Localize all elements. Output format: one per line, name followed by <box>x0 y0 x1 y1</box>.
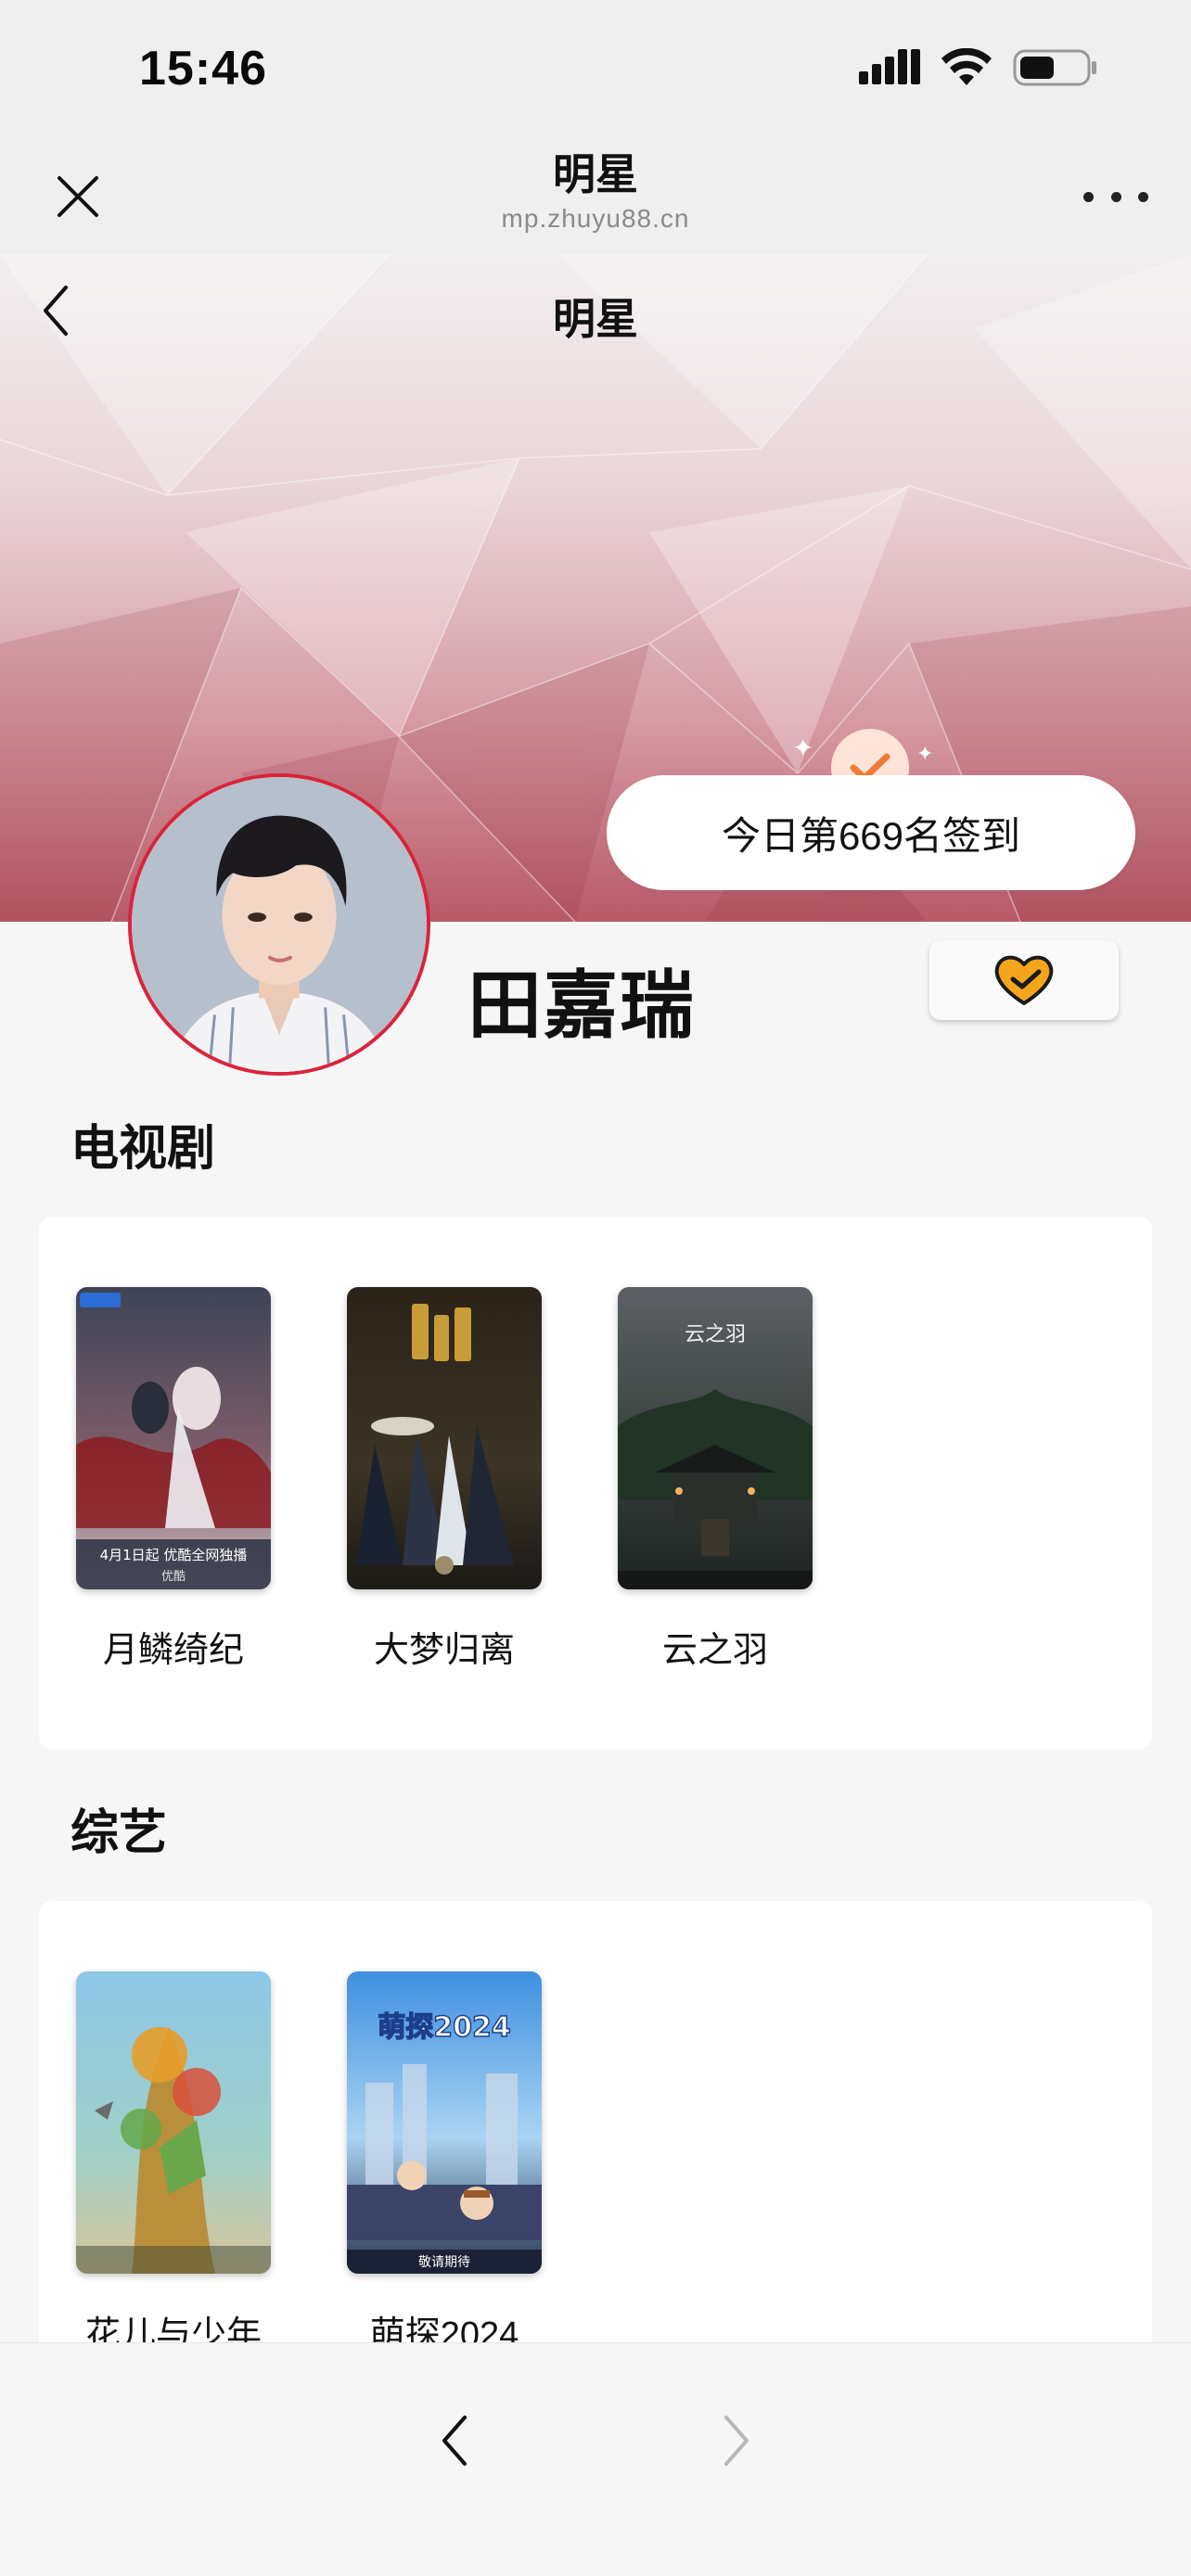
star-name: 田嘉瑞 <box>467 964 696 1047</box>
nav-back-button[interactable] <box>429 2408 480 2473</box>
more-icon-dot <box>1138 191 1148 202</box>
tv-item-dameng[interactable]: 大梦归离 <box>347 1287 542 1672</box>
poster-image <box>76 1971 271 2274</box>
bottom-nav-bar <box>0 2342 1191 2576</box>
battery-icon <box>1013 49 1096 86</box>
work-title: 云之羽 <box>661 1631 768 1670</box>
section-title-tv: 电视剧 <box>70 1122 216 1176</box>
more-icon-dot <box>1110 191 1121 202</box>
poster-image <box>347 1287 542 1589</box>
title-bar: 明星 mp.zhuyu88.cn <box>0 139 1191 254</box>
tv-item-yunzhiyu[interactable]: 云之羽 云之羽 <box>618 1287 813 1672</box>
tv-card: 4月1日起 优酷全网独播 优酷 月鳞绮纪 大梦归离 云之羽 云之羽 <box>39 1217 1152 1749</box>
status-bar: 15:46 <box>0 0 1191 139</box>
more-icon <box>1083 191 1094 202</box>
page-title: 明星 <box>553 150 638 198</box>
work-title: 月鳞绮纪 <box>102 1631 244 1670</box>
poster-image: 4月1日起 优酷全网独播 优酷 <box>76 1287 271 1589</box>
wifi-icon <box>941 48 992 85</box>
svg-text:萌探2024: 萌探2024 <box>378 2011 511 2044</box>
tv-list: 4月1日起 优酷全网独播 优酷 月鳞绮纪 大梦归离 云之羽 云之羽 <box>76 1287 813 1672</box>
chevron-left-icon <box>442 2416 467 2466</box>
section-title-variety: 综艺 <box>70 1806 168 1860</box>
more-button[interactable] <box>1083 178 1148 215</box>
variety-card: 花儿与少年 萌探2024 敬请期待 萌探2024 <box>39 1901 1152 2383</box>
variety-item-huaer[interactable]: 花儿与少年 <box>76 1971 271 2356</box>
svg-text:优酷: 优酷 <box>161 1570 186 1584</box>
poster-image: 云之羽 <box>618 1287 813 1589</box>
sparkle-icon: ✦ <box>916 742 934 765</box>
avatar <box>128 773 430 1076</box>
hero-title: 明星 <box>553 295 638 343</box>
avatar-image <box>132 777 427 1072</box>
cellular-signal-icon <box>859 49 920 84</box>
heart-check-icon <box>994 955 1054 1005</box>
poster-image: 萌探2024 敬请期待 <box>347 1971 542 2274</box>
svg-text:4月1日起 优酷全网独播: 4月1日起 优酷全网独播 <box>100 1547 248 1563</box>
variety-list: 花儿与少年 萌探2024 敬请期待 萌探2024 <box>76 1971 542 2356</box>
sparkle-icon: ✦ <box>792 733 814 762</box>
status-time: 15:46 <box>139 42 267 96</box>
nav-forward-button[interactable] <box>711 2408 762 2473</box>
svg-text:敬请期待: 敬请期待 <box>418 2255 470 2270</box>
page: 15:46 明星 mp.zhuyu88.cn 明星 ✦ ✦ 今日第669名签到 … <box>0 0 1191 2576</box>
svg-text:云之羽: 云之羽 <box>685 1323 746 1346</box>
page-domain: mp.zhuyu88.cn <box>501 204 690 233</box>
status-icons <box>859 48 1098 87</box>
tv-item-yuelin[interactable]: 4月1日起 优酷全网独播 优酷 月鳞绮纪 <box>76 1287 271 1672</box>
title-block: 明星 mp.zhuyu88.cn <box>0 147 1191 236</box>
checkin-pill[interactable]: 今日第669名签到 <box>607 775 1135 890</box>
follow-button[interactable] <box>929 940 1119 1020</box>
work-title: 大梦归离 <box>373 1631 515 1670</box>
chevron-right-icon <box>724 2416 749 2466</box>
variety-item-mengtan[interactable]: 萌探2024 敬请期待 萌探2024 <box>347 1971 542 2356</box>
